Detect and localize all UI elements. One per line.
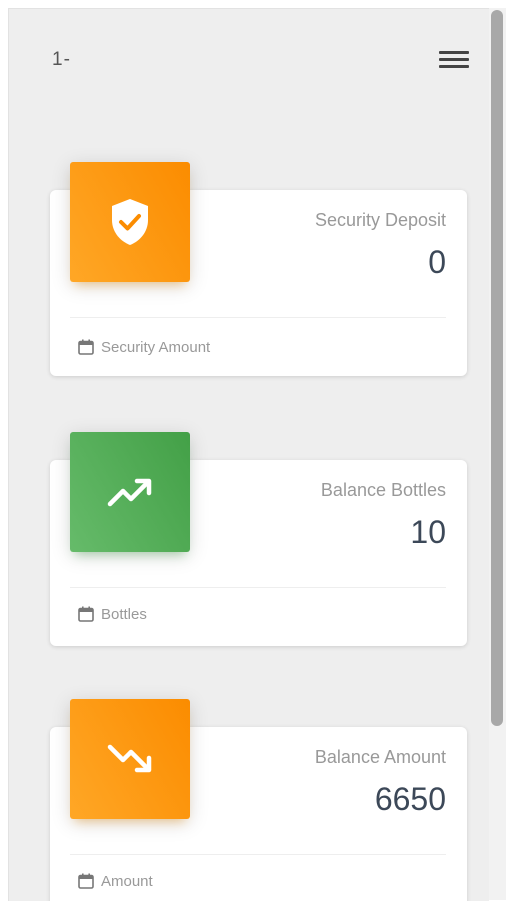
card-divider (70, 587, 446, 588)
card-icon-box (70, 162, 190, 282)
card-divider (70, 854, 446, 855)
shield-check-icon (112, 199, 148, 245)
card-icon-box (70, 699, 190, 819)
stat-card-security-deposit: Security Deposit 0 Security Amount (50, 162, 467, 376)
card-icon-box (70, 432, 190, 552)
calendar-icon (78, 339, 94, 355)
scrollbar-thumb[interactable] (491, 10, 503, 726)
app-screen: 1- Security Deposit 0 Security Amount Ba… (8, 8, 489, 901)
page-title: 1- (52, 49, 71, 70)
card-divider (70, 317, 446, 318)
card-value: 0 (428, 244, 446, 280)
hamburger-menu-icon[interactable] (437, 49, 471, 73)
trending-down-icon (107, 744, 152, 773)
stat-card-balance-bottles: Balance Bottles 10 Bottles (50, 432, 467, 646)
card-footer-label: Amount (101, 872, 153, 890)
card-footer-label: Security Amount (101, 338, 211, 356)
card-category: Balance Bottles (320, 480, 446, 500)
card-value: 6650 (374, 781, 446, 817)
card-category: Balance Amount (314, 747, 446, 767)
calendar-icon (78, 873, 94, 889)
card-footer: Bottles (77, 605, 147, 623)
card-category: Security Deposit (314, 210, 446, 230)
card-footer: Security Amount (77, 338, 210, 356)
menu-bar (439, 65, 469, 68)
card-value: 10 (410, 514, 446, 550)
menu-bar (439, 58, 469, 61)
stat-card-balance-amount: Balance Amount 6650 Amount (50, 699, 467, 901)
menu-bar (439, 51, 469, 54)
card-footer-label: Bottles (101, 605, 147, 623)
calendar-icon (78, 606, 94, 622)
trending-up-icon (107, 478, 152, 507)
card-footer: Amount (77, 872, 153, 890)
